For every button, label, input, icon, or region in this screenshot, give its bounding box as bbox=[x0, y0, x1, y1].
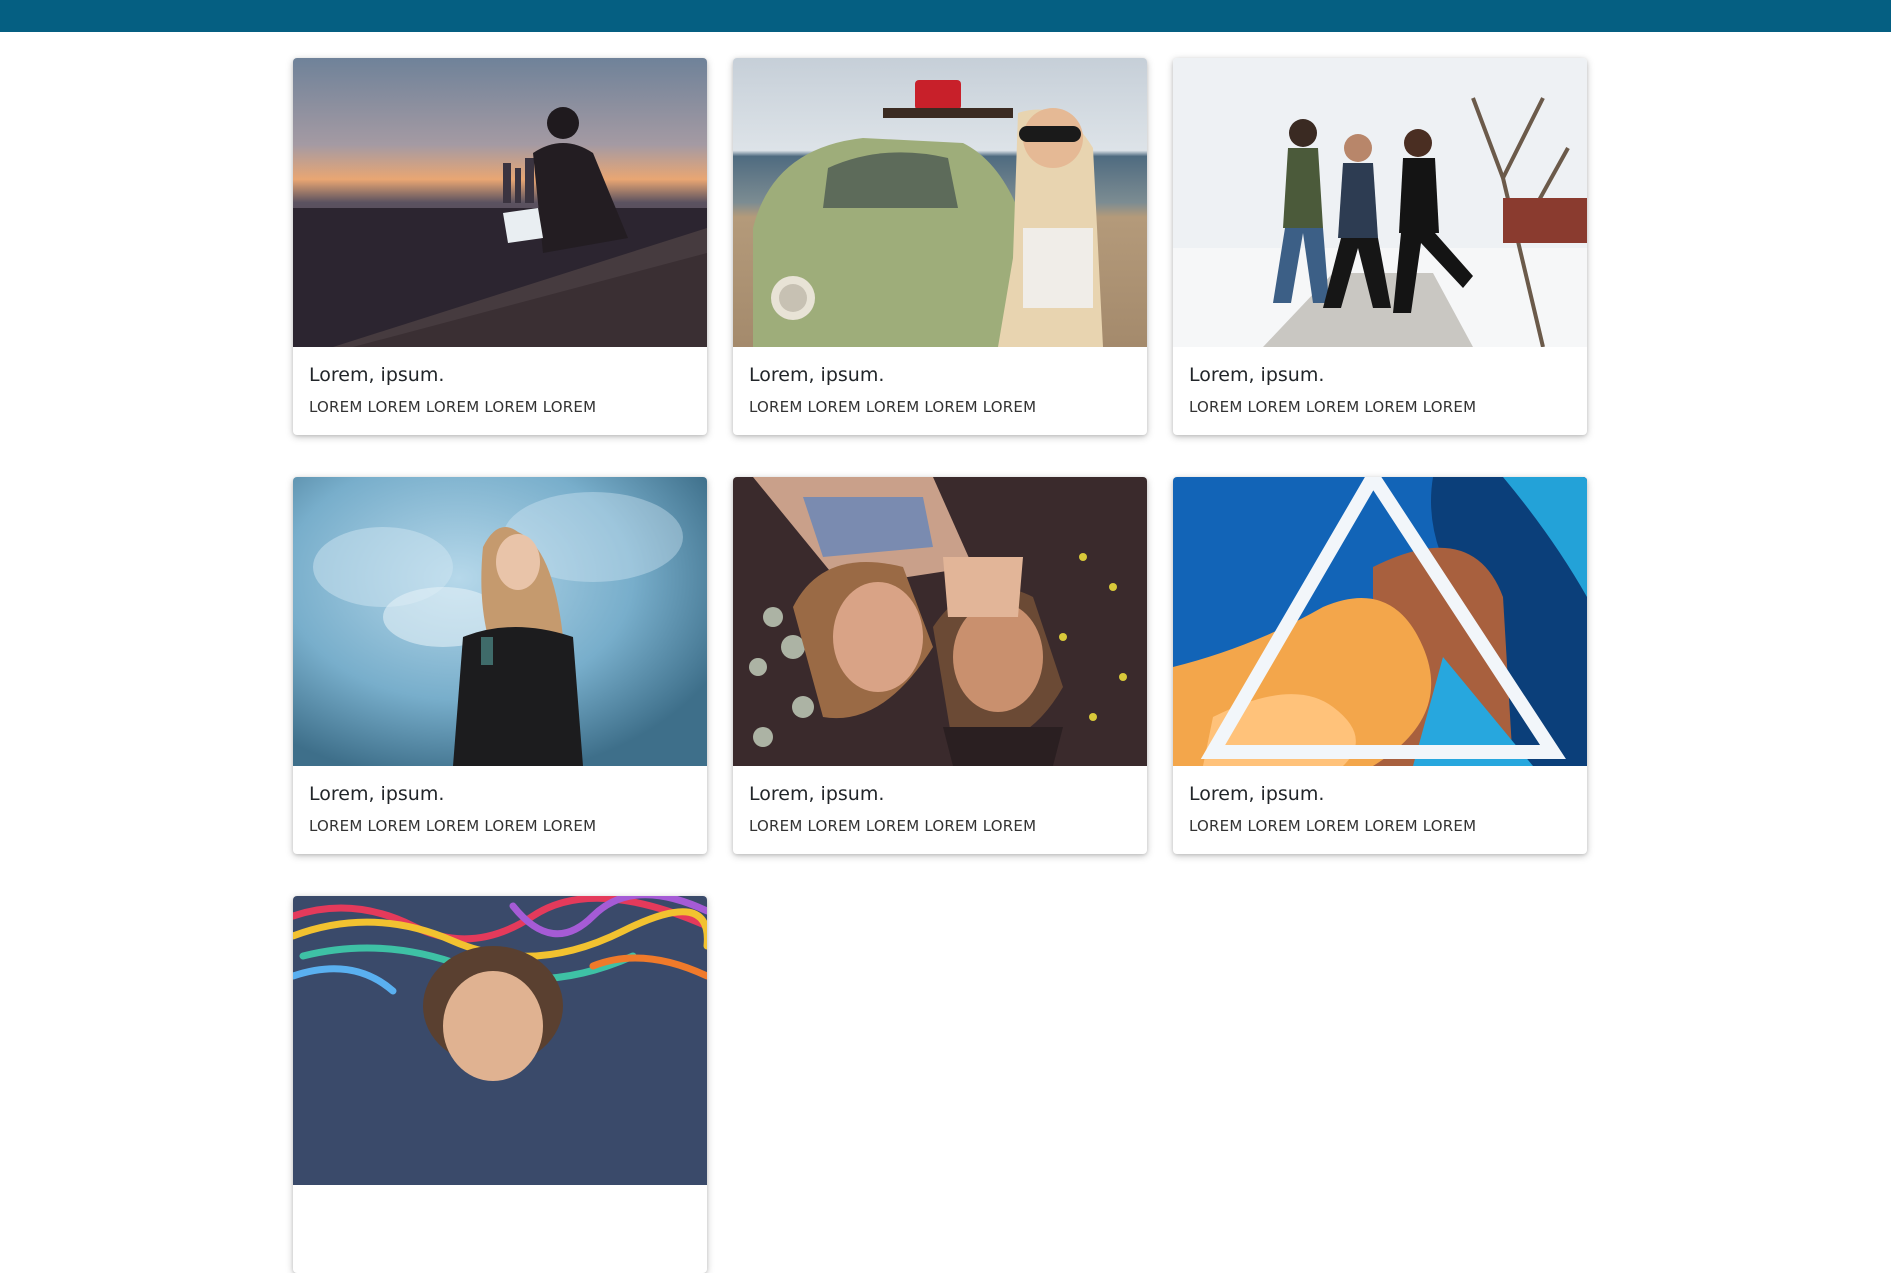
card[interactable]: Lorem, ipsum. LOREM LOREM LOREM LOREM LO… bbox=[1173, 477, 1587, 854]
two-women-covering-eyes-image bbox=[733, 477, 1147, 766]
card-title: Lorem, ipsum. bbox=[309, 783, 445, 805]
colorful-graffiti-portrait-image bbox=[293, 896, 707, 1185]
card[interactable]: Lorem, ipsum. LOREM LOREM LOREM LOREM LO… bbox=[1173, 58, 1587, 435]
card-text: LOREM LOREM LOREM LOREM LOREM bbox=[309, 398, 597, 416]
woman-vintage-car-beach-image bbox=[733, 58, 1147, 347]
card-grid: Lorem, ipsum. LOREM LOREM LOREM LOREM LO… bbox=[293, 58, 1589, 1273]
friends-jumping-snow-image bbox=[1173, 58, 1587, 347]
card[interactable]: Lorem, ipsum. LOREM LOREM LOREM LOREM LO… bbox=[293, 58, 707, 435]
card-title: Lorem, ipsum. bbox=[749, 783, 885, 805]
card-title: Lorem, ipsum. bbox=[309, 364, 445, 386]
woman-blue-smoke-image bbox=[293, 477, 707, 766]
card-text: LOREM LOREM LOREM LOREM LOREM bbox=[1189, 817, 1477, 835]
card-text: LOREM LOREM LOREM LOREM LOREM bbox=[1189, 398, 1477, 416]
card-title: Lorem, ipsum. bbox=[1189, 364, 1325, 386]
card[interactable]: Lorem, ipsum. LOREM LOREM LOREM LOREM LO… bbox=[293, 477, 707, 854]
card[interactable]: Lorem, ipsum. LOREM LOREM LOREM LOREM LO… bbox=[733, 58, 1147, 435]
card-text: LOREM LOREM LOREM LOREM LOREM bbox=[309, 817, 597, 835]
card-text: LOREM LOREM LOREM LOREM LOREM bbox=[749, 398, 1037, 416]
card-title: Lorem, ipsum. bbox=[1189, 783, 1325, 805]
top-navbar bbox=[0, 0, 1891, 32]
man-laptop-city-sunset-image bbox=[293, 58, 707, 347]
card[interactable]: Lorem, ipsum. LOREM LOREM LOREM LOREM LO… bbox=[733, 477, 1147, 854]
card-text: LOREM LOREM LOREM LOREM LOREM bbox=[749, 817, 1037, 835]
card-title: Lorem, ipsum. bbox=[749, 364, 885, 386]
card[interactable] bbox=[293, 896, 707, 1273]
triangle-mural-image bbox=[1173, 477, 1587, 766]
